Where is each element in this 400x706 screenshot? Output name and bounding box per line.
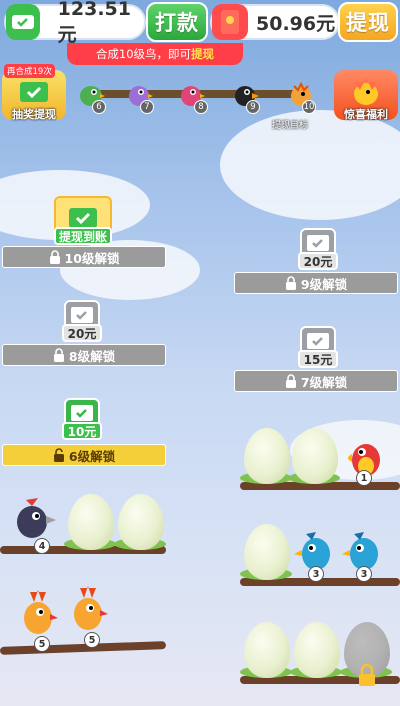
lottery-badge: 再合成19次 (4, 64, 55, 78)
reward-10-amount: 提现到账 (54, 227, 112, 245)
reward-10-lock-bar: 10级解锁 (2, 246, 166, 268)
reward-8-lock-bar: 8级解锁 (2, 344, 166, 366)
egg-slot[interactable] (244, 428, 290, 484)
phoenix-icon (354, 78, 378, 105)
bonus-label: 惊喜福利 (344, 108, 388, 121)
level-9-dot: 9 (246, 100, 260, 114)
orange-bird[interactable] (64, 584, 110, 636)
reward-7-amount: 15元 (298, 350, 338, 368)
lock-icon (359, 664, 375, 686)
cash-ticket-icon (69, 208, 97, 228)
reward-6-amount: 10元 (62, 422, 102, 440)
level-7-dot: 7 (140, 100, 154, 114)
reward-7-lock-bar: 7级解锁 (234, 370, 398, 392)
cash-ticket-icon (71, 405, 93, 421)
egg-slot[interactable] (294, 622, 340, 678)
reward-9-unlock: 9级解锁 (300, 276, 348, 292)
cash-ticket-icon (307, 333, 329, 349)
withdraw-cash-button[interactable]: 打款 (146, 2, 208, 42)
level-10-dot: 10 (302, 100, 316, 114)
orange-bird[interactable] (14, 588, 60, 640)
balance-pill: 123.51元 (4, 0, 146, 46)
lottery-button[interactable]: 再合成19次 抽奖提现 (2, 64, 66, 121)
redpacket-amount: 50.96元 (256, 12, 336, 35)
bird-level-badge: 4 (34, 538, 50, 554)
reward-6-lock-bar[interactable]: 6级解锁 (2, 444, 166, 466)
level-6-dot: 6 (92, 100, 106, 114)
wallet-icon (6, 4, 40, 40)
hint-text: 合成10级鸟，即可 (95, 47, 192, 61)
cloud (220, 110, 400, 220)
reward-9-lock-bar: 9级解锁 (234, 272, 398, 294)
reward-10-unlock: 10级解锁 (64, 250, 120, 266)
bonus-button[interactable]: 惊喜福利 (334, 70, 398, 121)
egg-slot[interactable] (292, 428, 338, 484)
reward-8-amount: 20元 (62, 324, 102, 342)
reward-8-unlock: 8级解锁 (68, 348, 116, 364)
lock-icon (53, 348, 64, 362)
egg-slot[interactable] (244, 622, 290, 678)
lottery-label: 抽奖提现 (12, 108, 56, 121)
bird-level-badge: 1 (356, 470, 372, 486)
lock-icon (49, 250, 60, 264)
reward-9-amount: 20元 (298, 252, 338, 270)
lock-icon (285, 276, 296, 290)
goal-label: 提现目标 (272, 121, 309, 131)
cash-ticket-icon (307, 235, 329, 251)
bird-level-badge: 5 (34, 636, 50, 652)
branch-left-2 (0, 641, 167, 655)
red-packet-icon (212, 4, 248, 40)
bird-level-badge: 3 (308, 566, 324, 582)
egg-slot[interactable] (118, 494, 164, 550)
bird-level-badge: 5 (84, 632, 100, 648)
goal-hint: 合成10级鸟，即可 提现 (67, 43, 243, 65)
egg-slot[interactable] (68, 494, 114, 550)
reward-7-unlock: 7级解锁 (300, 374, 348, 390)
balance-amount: 123.51元 (57, 0, 131, 46)
bird-level-badge: 3 (356, 566, 372, 582)
level-8-dot: 8 (194, 100, 208, 114)
cash-ticket-icon (71, 307, 93, 323)
hint-highlight: 提现 (191, 47, 215, 61)
game-screen: 123.51元 打款 50.96元 提现 合成10级鸟，即可 提现 再合成19次 … (0, 0, 400, 706)
redpacket-pill: 50.96元 (210, 4, 340, 40)
reward-6-unlock: 6级解锁 (68, 448, 116, 464)
lock-icon (285, 374, 296, 388)
crow-bird[interactable] (10, 492, 56, 544)
unlock-icon (53, 448, 64, 462)
ticket-icon (20, 82, 48, 102)
withdraw-button[interactable]: 提现 (338, 2, 398, 42)
egg-slot[interactable] (244, 524, 290, 580)
